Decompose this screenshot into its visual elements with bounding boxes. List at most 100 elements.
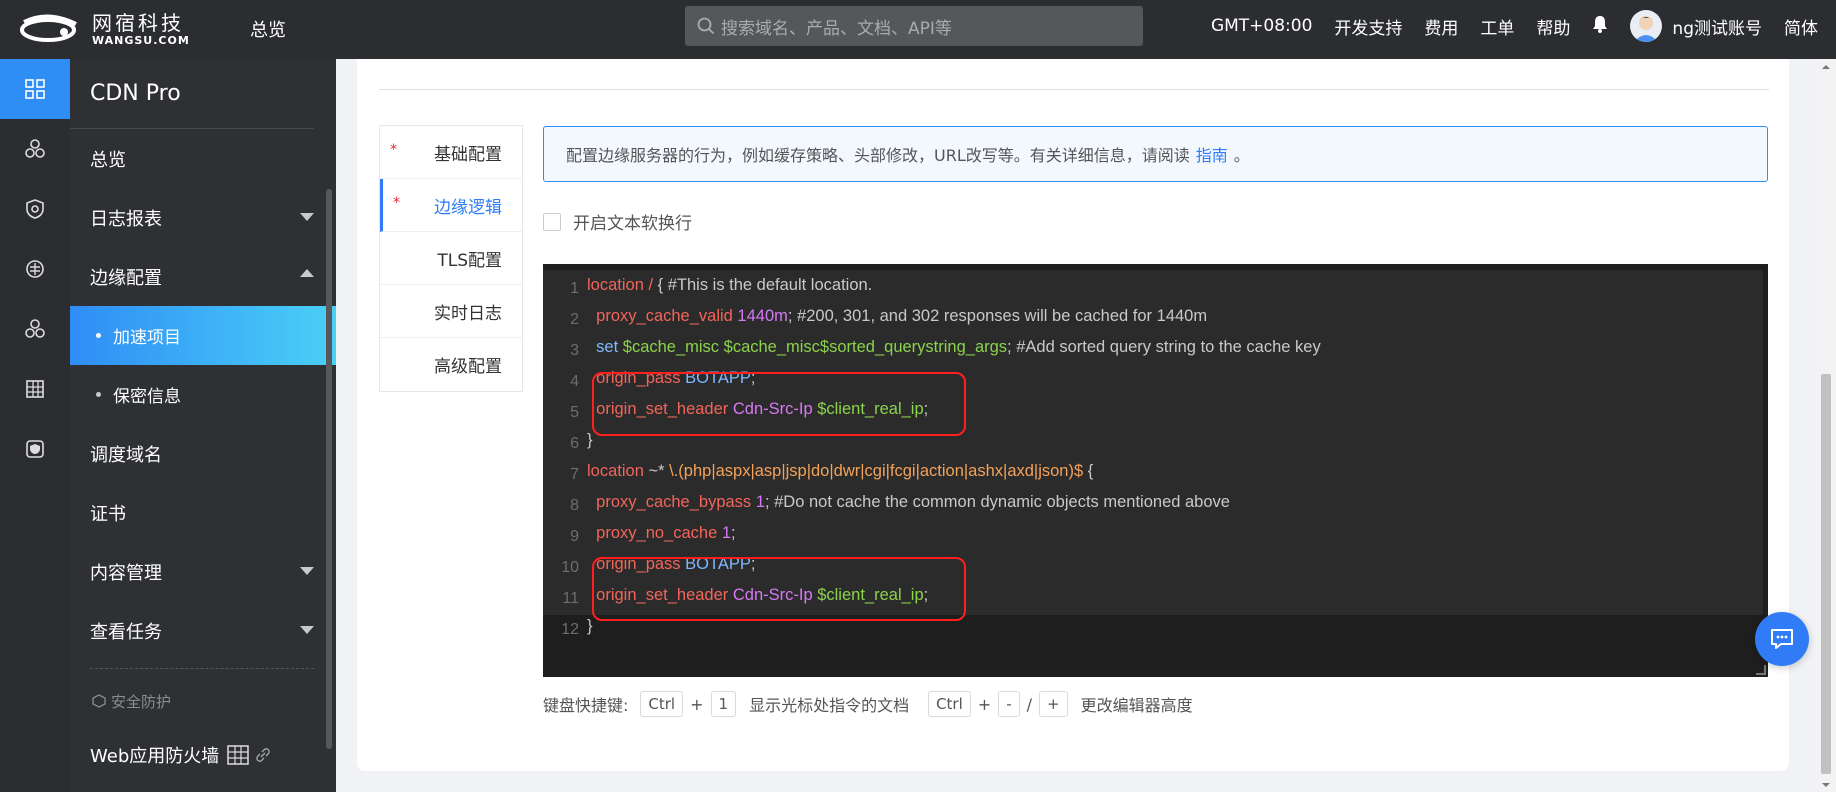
chevron-up-icon <box>300 269 314 277</box>
rail-shield-check-icon[interactable] <box>0 419 70 479</box>
search-placeholder: 搜索域名、产品、文档、API等 <box>721 18 952 39</box>
line-number: 1 <box>570 280 579 297</box>
dev-support-link[interactable]: 开发支持 <box>1334 14 1402 39</box>
keyboard-shortcuts: 键盘快捷键: Ctrl + 1 显示光标处指令的文档 Ctrl + - / + … <box>543 691 1193 717</box>
highlight-box <box>592 372 966 436</box>
tab-basic-config[interactable]: * 基础配置 <box>380 126 522 179</box>
sidebar-item-secrets[interactable]: 保密信息 <box>70 365 336 424</box>
code-area[interactable]: 1 2 3 4 5 6 7 8 9 10 11 12 location / { … <box>543 270 1763 638</box>
sidebar-item-label: 总览 <box>90 149 126 171</box>
shortcut-height-desc: 更改编辑器高度 <box>1080 696 1193 715</box>
search-input[interactable]: 搜索域名、产品、文档、API等 <box>685 6 1143 46</box>
required-marker: * <box>390 142 397 158</box>
scroll-down-icon[interactable] <box>1816 778 1836 792</box>
code-token: { <box>1083 462 1094 480</box>
code-line: proxy_cache_bypass 1; #Do not cache the … <box>587 487 1757 518</box>
bell-icon[interactable] <box>1592 15 1608 38</box>
chevron-down-icon <box>300 213 314 221</box>
line-number: 11 <box>562 590 579 607</box>
soft-wrap-option[interactable]: 开启文本软换行 <box>543 209 692 234</box>
rail-cluster-icon[interactable] <box>0 119 70 179</box>
code-line: proxy_no_cache 1; <box>587 518 1757 549</box>
line-number: 2 <box>570 311 579 328</box>
rail-table-icon[interactable] <box>0 359 70 419</box>
tickets-link[interactable]: 工单 <box>1480 14 1514 39</box>
sidebar-divider <box>90 668 314 669</box>
help-link[interactable]: 帮助 <box>1536 14 1570 39</box>
code-token: 1 <box>755 493 765 511</box>
bullet-icon <box>96 392 101 397</box>
code-token: } <box>587 617 593 635</box>
soft-wrap-label: 开启文本软换行 <box>573 214 692 234</box>
logo-cn-text: 网宿科技 <box>92 10 184 35</box>
top-bar: 网宿科技 WANGSU.COM 总览 搜索域名、产品、文档、API等 GMT+0… <box>0 0 1836 59</box>
info-banner: 配置边缘服务器的行为，例如缓存策略、头部修改，URL改写等。有关详细信息，请阅读… <box>543 126 1768 182</box>
sidebar-item-accel-projects[interactable]: 加速项目 <box>70 306 336 365</box>
sidebar-item-content-mgmt[interactable]: 内容管理 <box>70 542 336 601</box>
rail-globe-icon[interactable] <box>0 239 70 299</box>
sidebar-item-label: 内容管理 <box>90 562 162 584</box>
tab-advanced-config[interactable]: 高级配置 <box>380 338 522 391</box>
rail-grid-icon[interactable] <box>0 59 70 119</box>
icon-rail <box>0 59 70 792</box>
sidebar: CDN Pro 总览 日志报表 边缘配置 加速项目 保密信息 调度域名 证书 内… <box>70 59 336 792</box>
timezone-selector[interactable]: GMT+08:00 <box>1211 16 1312 36</box>
rail-shield-icon[interactable] <box>0 179 70 239</box>
line-number: 5 <box>570 404 579 421</box>
config-tabs: * 基础配置 * 边缘逻辑 TLS配置 实时日志 高级配置 <box>379 125 523 392</box>
billing-link[interactable]: 费用 <box>1424 14 1458 39</box>
sidebar-item-log-reports[interactable]: 日志报表 <box>70 188 336 247</box>
search-icon <box>697 17 715 35</box>
sidebar-item-dispatch-domains[interactable]: 调度域名 <box>70 424 336 483</box>
code-line: proxy_cache_valid 1440m; #200, 301, and … <box>587 301 1757 332</box>
sidebar-item-label: Web应用防火墙 <box>90 745 220 767</box>
tab-realtime-log[interactable]: 实时日志 <box>380 285 522 338</box>
nav-home-link[interactable]: 总览 <box>250 16 286 42</box>
sidebar-item-tasks[interactable]: 查看任务 <box>70 601 336 660</box>
line-number: 7 <box>570 466 579 483</box>
sidebar-item-label: 查看任务 <box>90 621 162 643</box>
tab-label: 基础配置 <box>434 144 502 165</box>
sidebar-title: CDN Pro <box>70 59 314 129</box>
code-token: ; #Add sorted query string to the cache … <box>1007 338 1321 356</box>
chat-icon <box>1771 629 1793 649</box>
sidebar-item-label: 证书 <box>90 503 126 525</box>
required-marker: * <box>393 195 400 211</box>
sidebar-item-edge-config[interactable]: 边缘配置 <box>70 247 336 306</box>
sidebar-item-waf[interactable]: Web应用防火墙 <box>70 725 336 784</box>
page-scrollbar[interactable] <box>1816 59 1836 792</box>
guide-link[interactable]: 指南 <box>1196 142 1228 166</box>
logo[interactable]: 网宿科技 WANGSU.COM <box>18 12 190 46</box>
code-line: set $cache_misc $cache_misc$sorted_query… <box>587 332 1757 363</box>
code-token: \.(php|aspx|asp|jsp|do|dwr|cgi|fcgi|acti… <box>669 462 1084 480</box>
rail-cluster-icon-2[interactable] <box>0 299 70 359</box>
line-number: 9 <box>570 528 579 545</box>
scroll-up-icon[interactable] <box>1816 60 1836 74</box>
tab-edge-logic[interactable]: * 边缘逻辑 <box>380 179 522 232</box>
line-number: 3 <box>570 342 579 359</box>
code-token: location / <box>587 276 658 294</box>
code-token: 1 <box>721 524 732 542</box>
sidebar-item-overview[interactable]: 总览 <box>70 129 336 188</box>
scrollbar-thumb[interactable] <box>1821 374 1831 774</box>
chat-button[interactable] <box>1755 612 1809 666</box>
line-number: 10 <box>561 559 579 576</box>
tab-label: 高级配置 <box>434 357 502 377</box>
resize-handle[interactable] <box>1756 665 1766 675</box>
sidebar-item-certificates[interactable]: 证书 <box>70 483 336 542</box>
sidebar-item-label: 加速项目 <box>113 328 181 348</box>
sidebar-scrollbar[interactable] <box>326 189 332 749</box>
code-editor[interactable]: 1 2 3 4 5 6 7 8 9 10 11 12 location / { … <box>543 264 1768 677</box>
code-token: ; #Do not cache the common dynamic objec… <box>764 493 1230 511</box>
username-menu[interactable]: ng测试账号 <box>1672 14 1762 39</box>
divider <box>379 89 1769 90</box>
language-selector[interactable]: 简体 <box>1784 14 1818 39</box>
shortcuts-label: 键盘快捷键: <box>543 696 629 715</box>
kbd-ctrl: Ctrl <box>640 691 684 717</box>
code-line: location ~* \.(php|aspx|asp|jsp|do|dwr|c… <box>587 456 1757 487</box>
tab-tls-config[interactable]: TLS配置 <box>380 232 522 285</box>
soft-wrap-checkbox[interactable] <box>543 212 561 231</box>
sidebar-item-label: 调度域名 <box>90 444 162 466</box>
avatar[interactable] <box>1630 10 1663 42</box>
line-number: 12 <box>561 621 579 638</box>
